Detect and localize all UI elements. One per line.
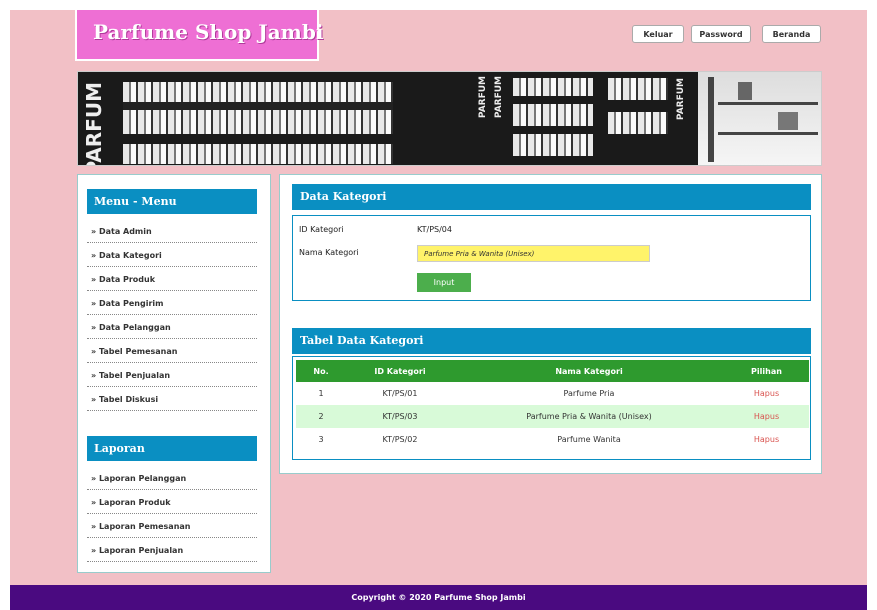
- kategori-table-container: No. ID Kategori Nama Kategori Pilihan 1 …: [292, 356, 811, 460]
- sidebar-item-laporan-penjualan[interactable]: » Laporan Penjualan: [87, 539, 257, 562]
- sidebar-item-laporan-produk[interactable]: » Laporan Produk: [87, 491, 257, 514]
- id-kategori-value: KT/PS/04: [417, 225, 452, 234]
- kategori-form: ID Kategori KT/PS/04 Nama Kategori Parfu…: [292, 215, 811, 301]
- sidebar-item-data-produk[interactable]: » Data Produk: [87, 268, 257, 291]
- footer-copyright: Copyright © 2020 Parfume Shop Jambi: [10, 585, 867, 610]
- password-button[interactable]: Password: [691, 25, 751, 43]
- delete-link[interactable]: Hapus: [724, 382, 809, 405]
- main-content: Data Kategori ID Kategori KT/PS/04 Nama …: [279, 174, 822, 474]
- report-section-title: Laporan: [87, 436, 257, 461]
- row-nama-kategori: Parfume Wanita: [557, 435, 621, 444]
- row-id-kategori: KT/PS/01: [382, 389, 418, 398]
- table-row: 2 KT/PS/03 Parfume Pria & Wanita (Unisex…: [296, 405, 809, 428]
- form-title: Data Kategori: [292, 184, 811, 210]
- store-banner-image: PARFUM PARFUM PARFUM PARFUM: [77, 71, 822, 166]
- sidebar-item-tabel-penjualan[interactable]: » Tabel Penjualan: [87, 364, 257, 387]
- site-logo[interactable]: Parfume Shop Jambi: [75, 10, 323, 61]
- banner-word: PARFUM: [478, 76, 488, 119]
- sidebar-item-tabel-pemesanan[interactable]: » Tabel Pemesanan: [87, 340, 257, 363]
- input-button[interactable]: Input: [417, 273, 471, 292]
- row-nama-kategori: Parfume Pria: [563, 389, 615, 398]
- logout-button[interactable]: Keluar: [632, 25, 684, 43]
- nama-kategori-label: Nama Kategori: [299, 248, 359, 257]
- column-header: No.: [296, 360, 346, 382]
- row-number: 3: [318, 435, 324, 444]
- sidebar: Menu - Menu » Data Admin » Data Kategori…: [77, 174, 271, 573]
- row-nama-kategori: Parfume Pria & Wanita (Unisex): [454, 405, 724, 428]
- banner-word: PARFUM: [82, 82, 106, 166]
- delete-link[interactable]: Hapus: [724, 428, 809, 451]
- column-header: ID Kategori: [346, 360, 454, 382]
- row-number: 2: [296, 405, 346, 428]
- menu-section-title: Menu - Menu: [87, 189, 257, 214]
- logo-text: Parfume Shop Jambi: [93, 20, 324, 44]
- table-row: 3 KT/PS/02 Parfume Wanita Hapus: [296, 428, 809, 451]
- row-number: 1: [318, 389, 324, 398]
- column-header: Pilihan: [724, 360, 809, 382]
- sidebar-item-data-kategori[interactable]: » Data Kategori: [87, 244, 257, 267]
- sidebar-item-data-pelanggan[interactable]: » Data Pelanggan: [87, 316, 257, 339]
- banner-word: PARFUM: [676, 78, 686, 121]
- column-header: Nama Kategori: [454, 360, 724, 382]
- sidebar-item-tabel-diskusi[interactable]: » Tabel Diskusi: [87, 388, 257, 411]
- sidebar-item-laporan-pelanggan[interactable]: » Laporan Pelanggan: [87, 467, 257, 490]
- row-id-kategori: KT/PS/03: [346, 405, 454, 428]
- nama-kategori-input[interactable]: Parfume Pria & Wanita (Unisex): [417, 245, 650, 262]
- kategori-table: No. ID Kategori Nama Kategori Pilihan 1 …: [296, 360, 809, 451]
- table-title: Tabel Data Kategori: [292, 328, 811, 354]
- row-id-kategori: KT/PS/02: [382, 435, 418, 444]
- sidebar-item-data-pengirim[interactable]: » Data Pengirim: [87, 292, 257, 315]
- table-row: 1 KT/PS/01 Parfume Pria Hapus: [296, 382, 809, 405]
- home-button[interactable]: Beranda: [762, 25, 821, 43]
- id-kategori-label: ID Kategori: [299, 225, 344, 234]
- sidebar-item-data-admin[interactable]: » Data Admin: [87, 220, 257, 243]
- banner-word: PARFUM: [494, 76, 504, 119]
- sidebar-item-laporan-pemesanan[interactable]: » Laporan Pemesanan: [87, 515, 257, 538]
- delete-link[interactable]: Hapus: [724, 405, 809, 428]
